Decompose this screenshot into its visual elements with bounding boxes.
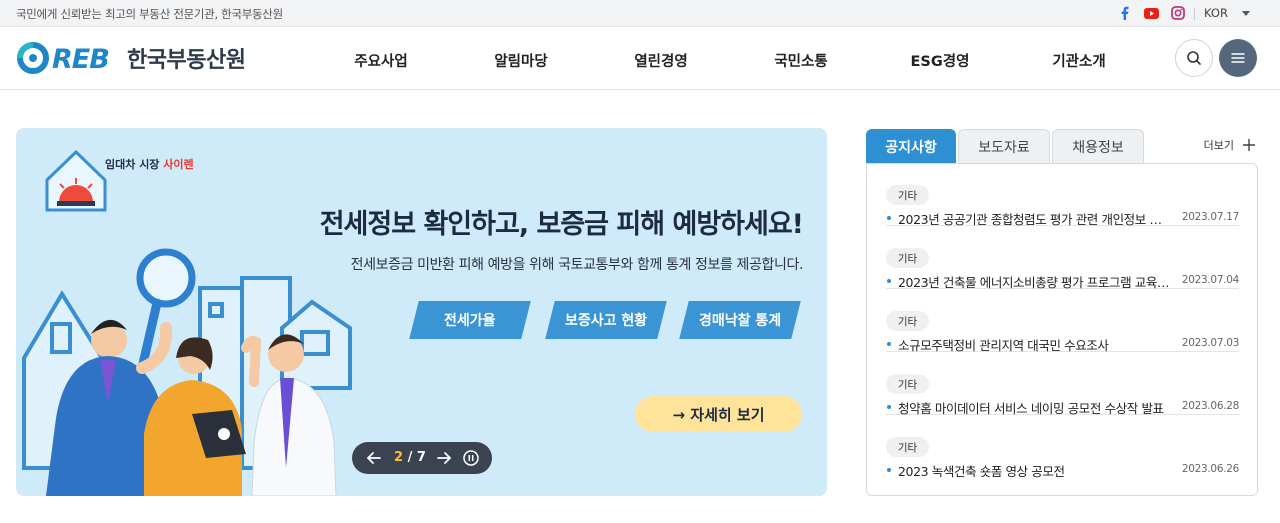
category-badge: 기타 — [886, 248, 929, 268]
auction-stats-label: 경매낙찰 통계 — [698, 313, 782, 329]
notice-date: 2023.07.17 — [1181, 211, 1239, 223]
language-label: KOR — [1204, 6, 1228, 20]
notice-date: 2023.06.28 — [1181, 400, 1239, 412]
notice-title[interactable]: 2023년 건축물 에너지소비총량 평가 프로그램 교육 안내 — [898, 272, 1173, 291]
notice-date: 2023.07.04 — [1181, 274, 1239, 286]
notice-date: 2023.07.03 — [1181, 337, 1239, 349]
siren-label-prefix: 임대차 시장 — [105, 158, 164, 171]
pause-icon — [463, 450, 479, 466]
search-button[interactable] — [1175, 39, 1213, 77]
arrow-left-icon — [366, 452, 381, 464]
site-header: REB 한국부동산원 주요사업 알림마당 열린경영 국민소통 ESG경영 기관소… — [0, 27, 1280, 90]
plus-icon — [1243, 139, 1255, 151]
notice-item[interactable]: 기타 2023 녹색건축 숏폼 영상 공모전 2023.06.26 — [886, 416, 1239, 480]
tab-press[interactable]: 보도자료 — [958, 129, 1050, 163]
board-tabs: 공지사항 보도자료 채용정보 더보기 — [866, 128, 1258, 164]
bullet-icon — [887, 216, 891, 220]
logo-text: 한국부동산원 — [127, 48, 246, 73]
auction-stats-button[interactable]: 경매낙찰 통계 — [679, 301, 801, 339]
nav-item-management[interactable]: 열린경영 — [634, 50, 687, 71]
siren-label-highlight: 사이렌 — [163, 158, 194, 171]
siren-label: 임대차 시장 사이렌 — [105, 156, 194, 172]
site-tagline: 국민에게 신뢰받는 최고의 부동산 전문기관, 한국부동산원 — [16, 7, 283, 21]
all-menu-button[interactable] — [1219, 39, 1257, 77]
category-badge: 기타 — [886, 185, 929, 205]
utility-divider — [1194, 8, 1195, 20]
language-select[interactable]: KOR — [1204, 6, 1250, 20]
hero-banner: 임대차 시장 사이렌 전세정보 확인하고, 보증금 피해 예방하세요! 전세보증… — [16, 128, 827, 496]
more-button[interactable]: 더보기 — [1204, 137, 1256, 153]
notice-item[interactable]: 기타 소규모주택정비 관리지역 대국민 수요조사 2023.07.03 — [886, 290, 1239, 354]
hero-subline: 전세보증금 미반환 피해 예방을 위해 국토교통부와 함께 통계 정보를 제공합… — [350, 257, 804, 273]
search-icon — [1187, 51, 1201, 65]
instagram-icon[interactable] — [1170, 5, 1186, 21]
next-slide-button[interactable] — [436, 448, 452, 472]
hero-headline: 전세정보 확인하고, 보증금 피해 예방하세요! — [319, 209, 804, 240]
slide-total: 7 — [416, 450, 426, 465]
slide-counter: 2 / 7 — [394, 450, 426, 465]
notice-item[interactable]: 기타 2023년 공공기관 종합청렴도 평가 관련 개인정보 제3자 제공 안내… — [886, 164, 1239, 228]
pause-slide-button[interactable] — [462, 449, 480, 471]
youtube-icon[interactable] — [1143, 5, 1159, 21]
more-label: 더보기 — [1203, 139, 1234, 152]
notice-item[interactable]: 기타 2023년 건축물 에너지소비총량 평가 프로그램 교육 안내 2023.… — [886, 227, 1239, 291]
guarantee-accident-label: 보증사고 현황 — [564, 313, 648, 329]
utility-bar: 국민에게 신뢰받는 최고의 부동산 전문기관, 한국부동산원 KOR — [0, 0, 1280, 27]
category-badge: 기타 — [886, 437, 929, 457]
notice-date: 2023.06.26 — [1181, 463, 1239, 475]
notice-title[interactable]: 소규모주택정비 관리지역 대국민 수요조사 — [898, 335, 1173, 354]
nav-item-business[interactable]: 주요사업 — [354, 50, 407, 71]
hamburger-icon — [1231, 53, 1245, 63]
notice-title[interactable]: 2023년 공공기관 종합청렴도 평가 관련 개인정보 제3자 제공 안내 — [898, 209, 1173, 228]
siren-house-icon — [45, 149, 107, 212]
slide-current: 2 — [394, 450, 404, 465]
notice-board: 공지사항 보도자료 채용정보 더보기 기타 2023년 공공기관 종합청렴도 평… — [866, 128, 1258, 496]
bullet-icon — [887, 405, 891, 409]
facebook-icon[interactable] — [1116, 5, 1132, 21]
notice-title[interactable]: 청약홈 마이데이터 서비스 네이밍 공모전 수상작 발표 — [898, 398, 1173, 417]
notice-item[interactable]: 기타 청약홈 마이데이터 서비스 네이밍 공모전 수상작 발표 2023.06.… — [886, 353, 1239, 417]
slide-separator: / — [403, 450, 417, 465]
jeonse-rate-label: 전세가율 — [444, 313, 496, 329]
tab-notice[interactable]: 공지사항 — [866, 129, 956, 163]
arrow-right-icon — [437, 452, 452, 464]
guarantee-accident-button[interactable]: 보증사고 현황 — [545, 301, 667, 339]
nav-item-notice[interactable]: 알림마당 — [494, 50, 547, 71]
category-badge: 기타 — [886, 374, 929, 394]
category-badge: 기타 — [886, 311, 929, 331]
logo-mark-text: REB — [52, 44, 109, 75]
tab-recruit[interactable]: 채용정보 — [1052, 129, 1144, 163]
nav-item-about[interactable]: 기관소개 — [1052, 50, 1105, 71]
bullet-icon — [887, 342, 891, 346]
bullet-icon — [887, 468, 891, 472]
bullet-icon — [887, 279, 891, 283]
view-detail-button[interactable]: → 자세히 보기 — [635, 396, 802, 432]
notice-list: 기타 2023년 공공기관 종합청렴도 평가 관련 개인정보 제3자 제공 안내… — [866, 163, 1258, 496]
caret-down-icon — [1241, 10, 1250, 16]
nav-item-esg[interactable]: ESG경영 — [911, 50, 970, 71]
reb-logo-icon: REB — [17, 42, 110, 75]
nav-item-communication[interactable]: 국민소통 — [774, 50, 827, 71]
prev-slide-button[interactable] — [366, 448, 382, 472]
jeonse-rate-button[interactable]: 전세가율 — [409, 301, 531, 339]
notice-title[interactable]: 2023 녹색건축 숏폼 영상 공모전 — [898, 461, 1173, 480]
site-logo[interactable]: REB 한국부동산원 — [16, 40, 246, 76]
slide-pager: 2 / 7 — [352, 442, 492, 474]
